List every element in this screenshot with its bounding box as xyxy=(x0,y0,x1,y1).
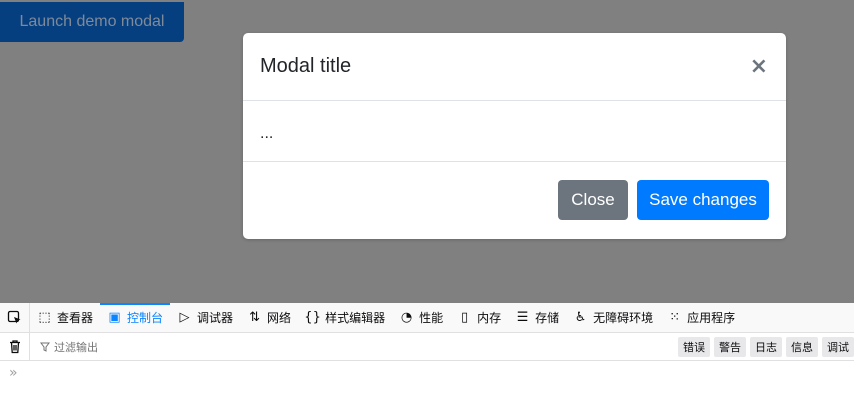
modal-body: ... xyxy=(243,101,786,162)
tab-console[interactable]: ▣ 控制台 xyxy=(100,303,171,332)
element-picker-icon[interactable] xyxy=(0,303,30,332)
devtools-toolbar: ⬚ 查看器 ▣ 控制台 ▷ 调试器 ⇅ 网络 {} 样式编辑器 ◔ 性能 ▯ 内存 ☰ 存储 ♿… xyxy=(0,303,854,333)
level-errors-button[interactable]: 错误 xyxy=(678,336,710,357)
modal-dialog: Modal title × ... Close Save changes xyxy=(243,33,786,239)
tab-inspector[interactable]: ⬚ 查看器 xyxy=(30,303,100,332)
level-warnings-button[interactable]: 警告 xyxy=(714,336,746,357)
filter-placeholder: 过滤输出 xyxy=(54,340,98,354)
modal-header: Modal title × xyxy=(243,33,786,101)
save-changes-button[interactable]: Save changes xyxy=(637,180,769,220)
tab-performance[interactable]: ◔ 性能 xyxy=(392,303,450,332)
filter-icon xyxy=(40,342,50,352)
console-input-row[interactable]: » xyxy=(0,361,854,400)
performance-icon: ◔ xyxy=(400,310,413,325)
page-viewport: Launch demo modal Modal title × ... Clos… xyxy=(0,0,854,303)
application-icon: ⁙ xyxy=(669,310,681,325)
tab-accessibility[interactable]: ♿ 无障碍环境 xyxy=(566,303,660,332)
launch-demo-modal-button[interactable]: Launch demo modal xyxy=(0,2,184,42)
accessibility-icon: ♿ xyxy=(574,310,587,325)
log-level-filters: 错误 警告 日志 信息 调试 xyxy=(678,336,854,357)
memory-icon: ▯ xyxy=(461,310,469,325)
filter-output-input[interactable]: 过滤输出 xyxy=(30,339,678,355)
level-debug-button[interactable]: 调试 xyxy=(822,336,854,357)
tab-application[interactable]: ⁙ 应用程序 xyxy=(660,303,742,332)
devtools-panel: ⬚ 查看器 ▣ 控制台 ▷ 调试器 ⇅ 网络 {} 样式编辑器 ◔ 性能 ▯ 内存 ☰ 存储 ♿… xyxy=(0,303,854,400)
modal-title: Modal title xyxy=(260,55,352,77)
inspector-icon: ⬚ xyxy=(38,310,51,325)
tab-storage[interactable]: ☰ 存储 xyxy=(508,303,566,332)
storage-icon: ☰ xyxy=(516,310,529,325)
tab-network[interactable]: ⇅ 网络 xyxy=(240,303,298,332)
style-editor-icon: {} xyxy=(304,310,321,325)
debugger-icon: ▷ xyxy=(179,310,190,325)
close-icon[interactable]: × xyxy=(750,55,768,78)
tab-debugger[interactable]: ▷ 调试器 xyxy=(170,303,240,332)
tab-memory[interactable]: ▯ 内存 xyxy=(450,303,508,332)
network-icon: ⇅ xyxy=(249,310,260,325)
tab-style-editor[interactable]: {} 样式编辑器 xyxy=(298,303,392,332)
close-button[interactable]: Close xyxy=(558,180,628,220)
console-filter-bar: 过滤输出 错误 警告 日志 信息 调试 xyxy=(0,333,854,361)
modal-footer: Close Save changes xyxy=(243,162,786,238)
level-info-button[interactable]: 信息 xyxy=(786,336,818,357)
console-prompt-icon: » xyxy=(9,365,18,381)
level-logs-button[interactable]: 日志 xyxy=(750,336,782,357)
console-icon: ▣ xyxy=(108,310,121,325)
clear-console-icon[interactable] xyxy=(0,333,30,360)
